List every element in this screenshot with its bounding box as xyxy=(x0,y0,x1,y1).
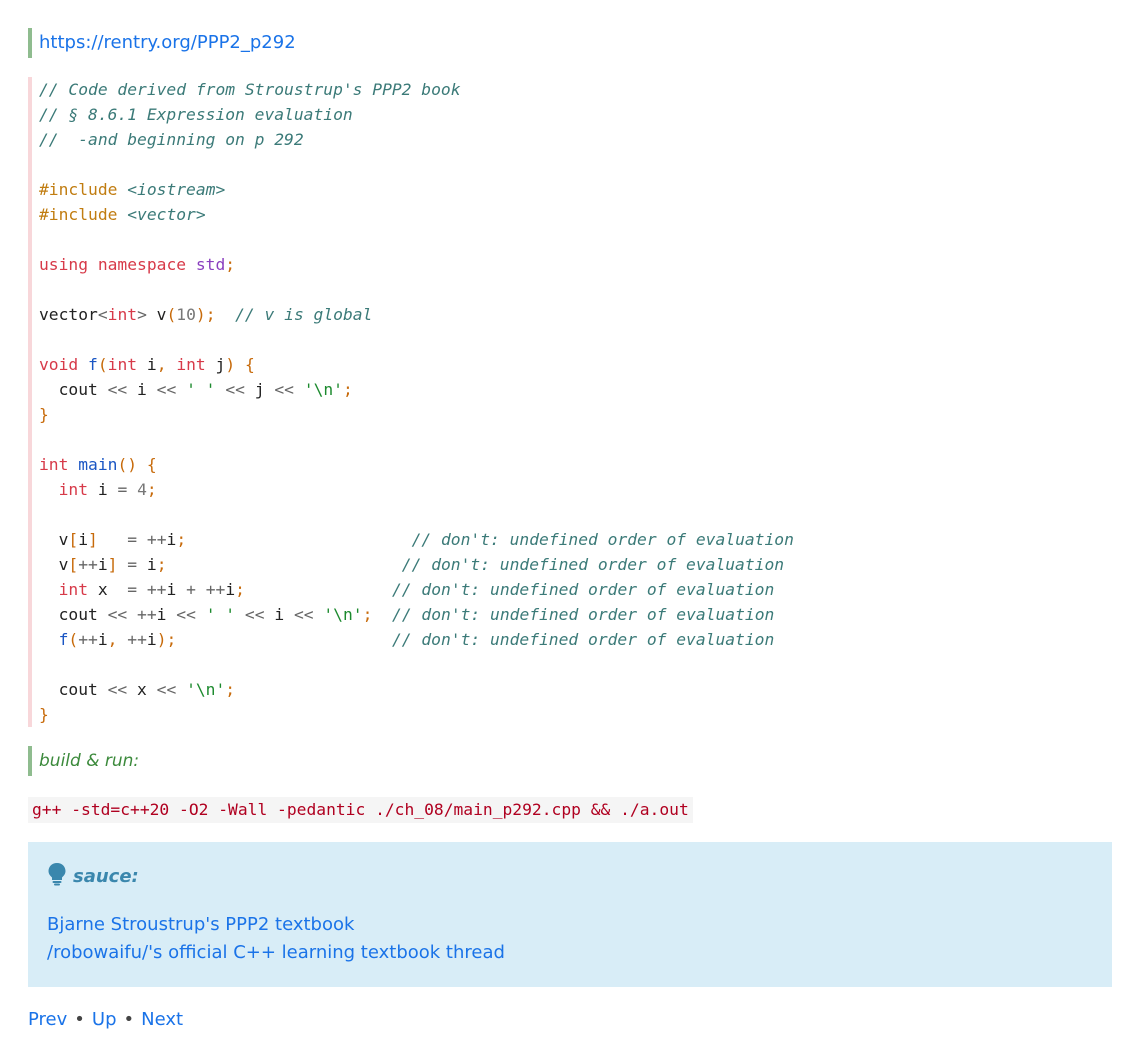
code-comment: // don't: undefined order of evaluation xyxy=(392,605,775,624)
up-link[interactable]: Up xyxy=(92,1009,117,1030)
textbook-thread-link[interactable]: /robowaifu/'s official C++ learning text… xyxy=(47,939,505,967)
sauce-note: sauce: Bjarne Stroustrup's PPP2 textbook… xyxy=(28,842,1112,987)
code-block: // Code derived from Stroustrup's PPP2 b… xyxy=(28,77,1116,727)
build-run-label: build & run: xyxy=(28,746,139,776)
source-link-quote: https://rentry.org/PPP2_p292 xyxy=(28,28,296,58)
include-path: <iostream> xyxy=(127,180,226,199)
include-path: <vector> xyxy=(127,205,206,224)
prev-link[interactable]: Prev xyxy=(28,1009,67,1030)
page-navigation: Prev • Up • Next xyxy=(28,1006,183,1034)
ppp2-textbook-link[interactable]: Bjarne Stroustrup's PPP2 textbook xyxy=(47,911,505,939)
note-links: Bjarne Stroustrup's PPP2 textbook /robow… xyxy=(47,911,505,967)
code-comment: // -and beginning on p 292 xyxy=(39,130,304,149)
note-title: sauce: xyxy=(73,866,139,887)
source-link[interactable]: https://rentry.org/PPP2_p292 xyxy=(39,32,296,53)
next-link[interactable]: Next xyxy=(141,1009,183,1030)
code-listing: // Code derived from Stroustrup's PPP2 b… xyxy=(39,80,794,724)
code-comment: // don't: undefined order of evaluation xyxy=(411,530,794,549)
code-comment: // don't: undefined order of evaluation xyxy=(401,555,785,574)
code-comment: // Code derived from Stroustrup's PPP2 b… xyxy=(39,80,461,99)
nav-separator: • xyxy=(123,1009,135,1030)
build-command: g++ -std=c++20 -O2 -Wall -pedantic ./ch_… xyxy=(28,797,693,823)
nav-separator: • xyxy=(74,1009,85,1030)
code-comment: // don't: undefined order of evaluation xyxy=(392,580,775,599)
note-header: sauce: xyxy=(47,862,139,890)
code-comment: // § 8.6.1 Expression evaluation xyxy=(39,105,353,124)
lightbulb-icon xyxy=(48,863,66,886)
code-comment: // don't: undefined order of evaluation xyxy=(391,630,775,649)
code-comment: // v is global xyxy=(235,305,373,324)
